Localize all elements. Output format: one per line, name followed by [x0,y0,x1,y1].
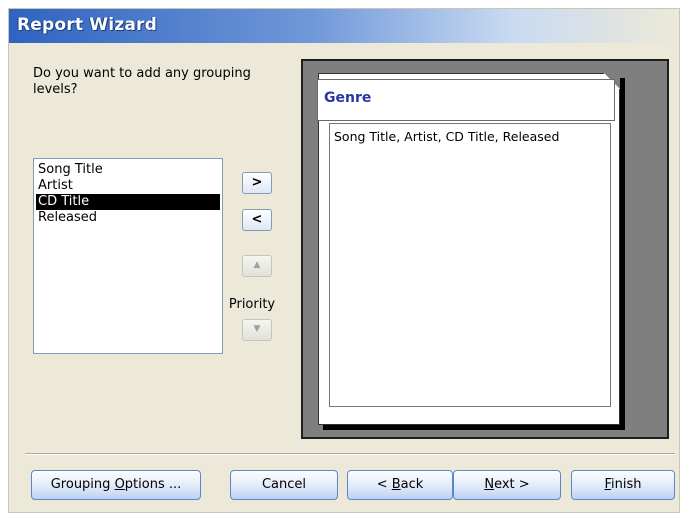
detail-fields-box: Song Title, Artist, CD Title, Released [329,123,611,407]
grouping-question: Do you want to add any grouping levels? [33,66,251,97]
field-item-song-title[interactable]: Song Title [36,162,220,178]
title-bar: Report Wizard [9,9,679,43]
group-header-label: Genre [324,90,372,106]
finish-button[interactable]: Finish [571,470,675,500]
next-button[interactable]: Next > [453,470,561,500]
available-fields-list[interactable]: Song Title Artist CD Title Released [33,158,223,354]
back-button[interactable]: < Back [347,470,453,500]
detail-fields-label: Song Title, Artist, CD Title, Released [334,129,560,144]
report-wizard-window: Report Wizard Do you want to add any gro… [8,8,680,513]
cancel-button[interactable]: Cancel [230,470,338,500]
grouping-options-button[interactable]: Grouping Options ... [31,470,201,500]
add-grouping-button[interactable]: > [242,172,272,194]
remove-grouping-button[interactable]: < [242,209,272,231]
priority-up-button[interactable]: ▲ [242,255,272,277]
button-divider [25,453,675,455]
priority-label: Priority [228,297,276,312]
field-item-artist[interactable]: Artist [36,178,220,194]
priority-down-button[interactable]: ▼ [242,319,272,341]
group-header-box: Genre [317,79,615,121]
field-item-cd-title[interactable]: CD Title [36,194,220,210]
field-item-released[interactable]: Released [36,210,220,226]
window-title: Report Wizard [17,15,157,35]
